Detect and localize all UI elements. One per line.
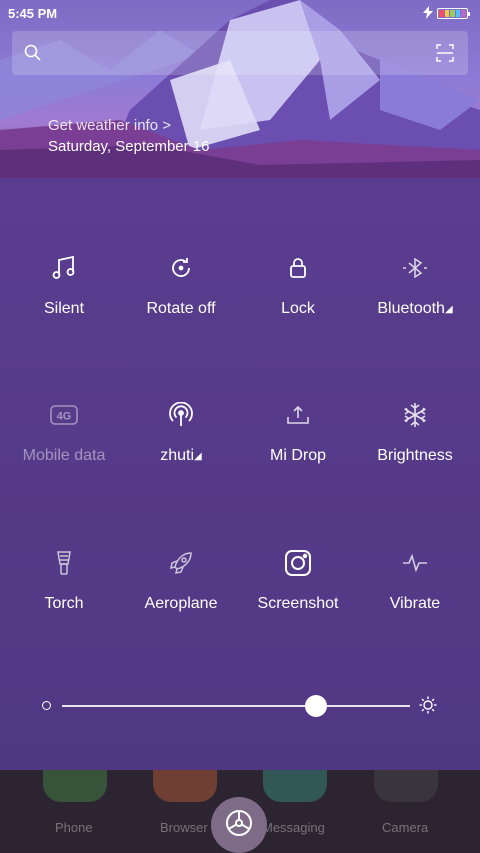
bolt-icon [423,6,433,22]
search-bar[interactable] [12,31,468,75]
dock-label: Camera [382,820,429,835]
dock-label: Browser [160,820,208,835]
toggle-label: Bluetooth◢ [377,300,453,317]
toggle-rotate[interactable]: Rotate off [122,248,240,358]
svg-text:4G: 4G [57,411,72,423]
toggle-bluetooth[interactable]: Bluetooth◢ [356,248,474,358]
toggle-silent[interactable]: Silent [5,248,123,358]
toggle-label: Mi Drop [269,447,326,464]
battery-segment [461,10,466,17]
torch-icon [5,543,123,583]
settings-icon [223,807,255,844]
toggle-torch[interactable]: Torch [5,543,123,653]
date-text: Saturday, September 16 [48,138,210,155]
toggle-brightness[interactable]: Brightness [356,395,474,505]
scan-icon[interactable] [436,44,454,67]
toggle-hotspot[interactable]: zhuti◢ [122,395,240,505]
dock-app-phone[interactable] [43,770,107,802]
status-time: 5:45 PM [8,6,58,21]
lock-icon [239,248,357,288]
toggle-label: Rotate off [146,300,216,317]
weather-link[interactable]: Get weather info > [48,117,171,134]
settings-button[interactable] [211,797,267,853]
hotspot-icon [122,395,240,435]
toggle-vibrate[interactable]: Vibrate [356,543,474,653]
battery-segment [439,10,444,17]
toggle-label: Mobile data [22,447,106,464]
brightness-high-icon [419,696,437,719]
status-bar: 5:45 PM [0,0,480,26]
toggle-screenshot[interactable]: Screenshot [239,543,357,653]
battery-segment [444,10,450,17]
toggle-mobile-data[interactable]: 4G Mobile data [5,395,123,505]
camera-icon [239,543,357,583]
dock-app-messaging[interactable] [263,770,327,802]
toggle-label: Vibrate [389,595,441,612]
rocket-icon [122,543,240,583]
dock-app-camera[interactable] [374,770,438,802]
toggle-lock[interactable]: Lock [239,248,357,358]
toggle-mi-drop[interactable]: Mi Drop [239,395,357,505]
battery-segment [455,10,461,17]
toggle-label: Aeroplane [144,595,218,612]
search-icon[interactable] [24,44,42,67]
toggle-label: zhuti◢ [160,447,202,464]
snowflake-icon [356,395,474,435]
toggle-label: Torch [44,595,84,612]
pulse-icon [356,543,474,583]
battery-icon [437,8,470,19]
dock-label: Messaging [262,820,325,835]
toggle-label: Brightness [377,447,453,464]
upload-icon [239,395,357,435]
dock-label: Phone [55,820,93,835]
brightness-slider-track[interactable] [62,705,410,707]
toggle-label: Silent [43,300,85,317]
rotate-icon [122,248,240,288]
battery-segment [450,10,455,17]
4g-icon: 4G [5,395,123,435]
toggle-label: Lock [281,300,315,317]
brightness-low-icon [42,701,51,710]
dock-app-browser[interactable] [153,770,217,802]
toggle-label: Screenshot [257,595,339,612]
toggle-aeroplane[interactable]: Aeroplane [122,543,240,653]
brightness-slider-handle[interactable] [305,695,328,717]
bluetooth-icon [356,248,474,288]
music-note-icon [5,248,123,288]
